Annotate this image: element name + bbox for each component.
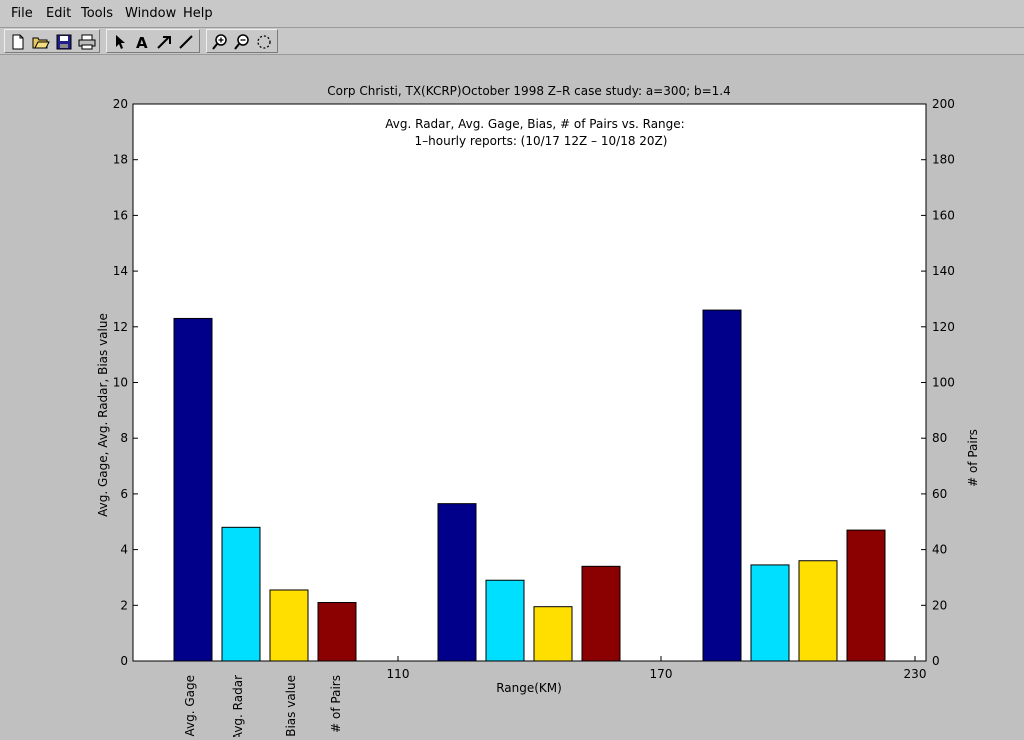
- y-right-tick-label: 160: [932, 208, 955, 222]
- y-right-tick-label: 60: [932, 487, 947, 501]
- menu-window[interactable]: Window: [125, 6, 176, 21]
- bar-avg-gage-group-1: [173, 317, 213, 662]
- y-left-tick-label: 10: [113, 376, 128, 390]
- bar-bias-value-group-1: [269, 589, 309, 662]
- y-left-tick-label: 12: [113, 320, 128, 334]
- y-right-tick-label: 200: [932, 97, 955, 111]
- x-tick-label: 110: [387, 667, 410, 681]
- bar-avg-radar-group-3: [750, 564, 790, 662]
- y-right-tick-label: 120: [932, 320, 955, 334]
- category-label: Avg. Radar: [231, 675, 245, 737]
- y-left-tick-label: 6: [120, 487, 128, 501]
- print-icon[interactable]: [77, 32, 97, 52]
- menu-help[interactable]: Help: [183, 6, 213, 21]
- y-right-tick-label: 180: [932, 153, 955, 167]
- y-left-tick-label: 8: [120, 431, 128, 445]
- arrow-tool-icon[interactable]: [154, 32, 174, 52]
- bar-bias-value-group-2: [533, 606, 573, 662]
- svg-text:A: A: [136, 34, 148, 50]
- toolbar: A: [0, 28, 1024, 55]
- bar-bias-value-group-3: [798, 560, 838, 662]
- text-icon[interactable]: A: [132, 32, 152, 52]
- y-axis-label-right: # of Pairs: [966, 429, 980, 487]
- rotate-icon[interactable]: [254, 32, 274, 52]
- menu-bar: File Edit Tools Window Help: [0, 0, 1024, 28]
- bar-avg-gage-group-3: [702, 309, 742, 662]
- bar-of-pairs-group-3: [846, 529, 886, 662]
- chart-subtitle-line-1: Avg. Radar, Avg. Gage, Bias, # of Pairs …: [385, 117, 684, 131]
- chart-subtitle-line-2: 1–hourly reports: (10/17 12Z – 10/18 20Z…: [415, 134, 668, 148]
- select-arrow-icon[interactable]: [110, 32, 130, 52]
- y-axis-label-left: Avg. Gage, Avg. Radar, Bias value: [96, 313, 110, 517]
- zoom-out-icon[interactable]: [232, 32, 252, 52]
- bar-of-pairs-group-2: [581, 565, 621, 662]
- file-tools-group: [4, 29, 100, 53]
- zoom-in-icon[interactable]: [210, 32, 230, 52]
- bar-avg-radar-group-2: [485, 579, 525, 662]
- y-right-tick-label: 100: [932, 376, 955, 390]
- menu-file[interactable]: File: [11, 6, 33, 21]
- figure-canvas: 0 2 4 6 8 10 12 14 16 18 20 0 20 40 60 80 100 120 140 160 18…: [0, 55, 1024, 740]
- x-tick-label: 170: [650, 667, 673, 681]
- view-tools-group: [206, 29, 278, 53]
- category-label: Avg. Gage: [183, 675, 197, 737]
- y-left-tick-label: 20: [113, 97, 128, 111]
- menu-tools[interactable]: Tools: [81, 6, 113, 21]
- x-axis-label: Range(KM): [496, 681, 562, 695]
- y-left-tick-label: 18: [113, 153, 128, 167]
- y-left-tick-label: 2: [120, 598, 128, 612]
- bar-of-pairs-group-1: [317, 602, 357, 662]
- y-right-tick-label: 20: [932, 598, 947, 612]
- y-right-tick-label: 40: [932, 543, 947, 557]
- y-right-tick-label: 0: [932, 654, 940, 668]
- chart-title: Corp Christi, TX(KCRP)October 1998 Z–R c…: [327, 84, 731, 98]
- edit-tools-group: A: [106, 29, 200, 53]
- bar-avg-gage-group-2: [437, 503, 477, 662]
- line-tool-icon[interactable]: [176, 32, 196, 52]
- open-folder-icon[interactable]: [31, 32, 51, 52]
- y-left-tick-label: 16: [113, 208, 128, 222]
- new-file-icon[interactable]: [8, 32, 28, 52]
- category-label: Bias value: [284, 675, 298, 737]
- y-right-tick-label: 80: [932, 431, 947, 445]
- y-right-tick-label: 140: [932, 264, 955, 278]
- category-label: # of Pairs: [329, 675, 343, 733]
- y-left-tick-label: 14: [113, 264, 128, 278]
- y-left-tick-label: 0: [120, 654, 128, 668]
- x-tick-label: 230: [904, 667, 927, 681]
- y-left-tick-label: 4: [120, 543, 128, 557]
- menu-edit[interactable]: Edit: [46, 6, 71, 21]
- bar-avg-radar-group-1: [221, 526, 261, 662]
- chart: 0246810121416182002040608010012014016018…: [96, 84, 980, 740]
- save-icon[interactable]: [54, 32, 74, 52]
